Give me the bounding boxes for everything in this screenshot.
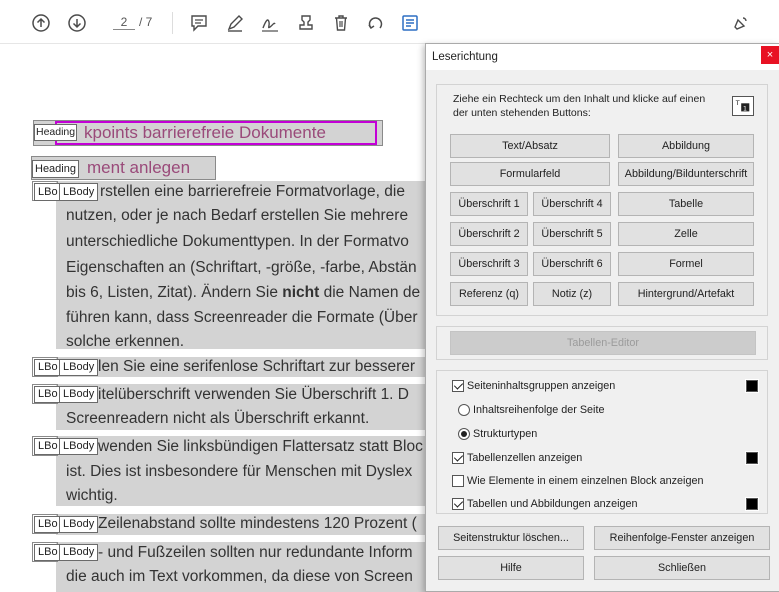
show-tables-figures-checkbox[interactable] [452,498,464,510]
reading-order-icon[interactable] [399,12,421,34]
paragraph-line: len Sie eine serifenlose Schriftart zur … [98,358,416,375]
lbody-tag[interactable]: LBody [59,438,99,455]
paragraph-line: bis 6, Listen, Zitat). Ändern Sie nicht … [66,283,420,303]
trash-icon[interactable] [330,12,352,34]
reading-order-dialog: Leserichtung × Ziehe ein Rechteck um den… [425,43,779,592]
lbody-tag[interactable]: LBody [59,183,99,201]
close-icon[interactable]: × [761,46,779,64]
page-content-order-label[interactable]: Inhaltsreihenfolge der Seite [473,403,604,417]
heading5-button[interactable]: Überschrift 5 [533,222,611,246]
lbody-tag[interactable]: LBody [59,516,99,533]
table-editor-button[interactable]: Tabellen-Editor [450,331,756,355]
paragraph-line: solche erkennen. [66,333,185,350]
lbody-tag[interactable]: LBody [59,359,99,376]
paragraph-line: nutzen, oder je nach Bedarf erstellen Si… [66,207,409,224]
close-button[interactable]: Schließen [594,556,770,580]
arrow-down-icon[interactable] [66,12,88,34]
lbody-tag[interactable]: LBo [34,183,62,201]
lbody-tag[interactable]: LBo [34,386,62,403]
comment-icon[interactable] [188,12,210,34]
table-button[interactable]: Tabelle [618,192,754,216]
paragraph-line: ist. Dies ist insbesondere für Menschen … [66,463,413,480]
lbody-tag[interactable]: LBo [34,359,62,376]
stamp-icon[interactable] [295,12,317,34]
undo-icon[interactable] [365,12,387,34]
svg-text:T: T [735,100,740,107]
text-paragraph-button[interactable]: Text/Absatz [450,134,610,158]
paragraph-fragment: bis 6, Listen, Zitat). Ändern Sie [66,284,283,301]
lbody-tag[interactable]: LBo [34,516,62,533]
show-table-cells-label[interactable]: Tabellenzellen anzeigen [467,451,582,465]
page-total: / 7 [139,15,153,29]
figure-caption-button[interactable]: Abbildung/Bildunterschrift [618,162,754,186]
paragraph-line: Screenreadern nicht als Überschrift erka… [66,410,370,427]
toolbar-divider [172,12,173,34]
dialog-title: Leserichtung [426,44,779,70]
formula-button[interactable]: Formel [618,252,754,276]
lbody-tag[interactable]: LBody [59,386,99,403]
table-cells-color-swatch[interactable] [745,451,759,465]
reference-button[interactable]: Referenz (q) [450,282,528,306]
paragraph-line: unterschiedliche Dokumenttypen. In der F… [66,233,409,250]
cell-button[interactable]: Zelle [618,222,754,246]
single-block-label[interactable]: Wie Elemente in einem einzelnen Block an… [467,474,703,488]
paragraph-line: wichtig. [66,487,118,504]
lbody-tag[interactable]: LBo [34,544,62,561]
show-tables-figures-label[interactable]: Tabellen und Abbildungen anzeigen [467,497,638,511]
heading1-button[interactable]: Überschrift 1 [450,192,528,216]
lbody-tag[interactable]: LBo [34,438,62,455]
page-number-input[interactable]: 2 [113,15,135,30]
show-table-cells-checkbox[interactable] [452,452,464,464]
pen-icon[interactable] [224,12,246,34]
paragraph-line: führen kann, dass Screenreader die Forma… [66,309,418,326]
tables-figures-color-swatch[interactable] [745,497,759,511]
show-content-groups-label[interactable]: Seiteninhaltsgruppen anzeigen [467,379,615,393]
heading3-button[interactable]: Überschrift 3 [450,252,528,276]
sign-icon[interactable] [259,12,281,34]
bold-text: nicht [282,284,320,301]
paragraph-line: die auch im Text vorkommen, da diese von… [66,568,413,585]
heading-tag[interactable]: Heading [34,124,78,141]
show-content-groups-checkbox[interactable] [452,380,464,392]
heading6-button[interactable]: Überschrift 6 [533,252,611,276]
figure-button[interactable]: Abbildung [618,134,754,158]
select-region-icon[interactable]: T1 [732,96,754,116]
structure-types-label[interactable]: Strukturtypen [473,427,537,441]
help-button[interactable]: Hilfe [438,556,584,580]
single-block-checkbox[interactable] [452,475,464,487]
paragraph-line: rstellen eine barrierefreie Formatvorlag… [100,183,405,200]
lbody-tag[interactable]: LBody [59,544,99,561]
instruction-text: Ziehe ein Rechteck um den Inhalt und kli… [453,93,706,119]
paragraph-line: - und Fußzeilen sollten nur redundante I… [98,544,413,561]
structure-types-radio[interactable] [458,428,470,440]
heading-tag[interactable]: Heading [32,160,79,178]
paragraph-line: wenden Sie linksbündigen Flattersatz sta… [98,438,423,455]
note-button[interactable]: Notiz (z) [533,282,611,306]
paragraph-line: itelüberschrift verwenden Sie Überschrif… [98,386,409,403]
content-groups-color-swatch[interactable] [745,379,759,393]
reading-order-highlight [55,121,377,145]
share-icon[interactable] [730,12,752,34]
page-content-order-radio[interactable] [458,404,470,416]
form-field-button[interactable]: Formularfeld [450,162,610,186]
heading2-button[interactable]: Überschrift 2 [450,222,528,246]
paragraph-fragment: die Namen de [319,284,421,301]
clear-page-structure-button[interactable]: Seitenstruktur löschen... [438,526,584,550]
heading4-button[interactable]: Überschrift 4 [533,192,611,216]
background-artifact-button[interactable]: Hintergrund/Artefakt [618,282,754,306]
arrow-up-icon[interactable] [30,12,52,34]
paragraph-line: Eigenschaften an (Schriftart, -größe, -f… [66,259,417,276]
paragraph-line: Zeilenabstand sollte mindestens 120 Proz… [98,515,417,532]
show-order-panel-button[interactable]: Reihenfolge-Fenster anzeigen [594,526,770,550]
svg-text:1: 1 [743,106,747,113]
top-toolbar: 2 / 7 [0,0,779,44]
